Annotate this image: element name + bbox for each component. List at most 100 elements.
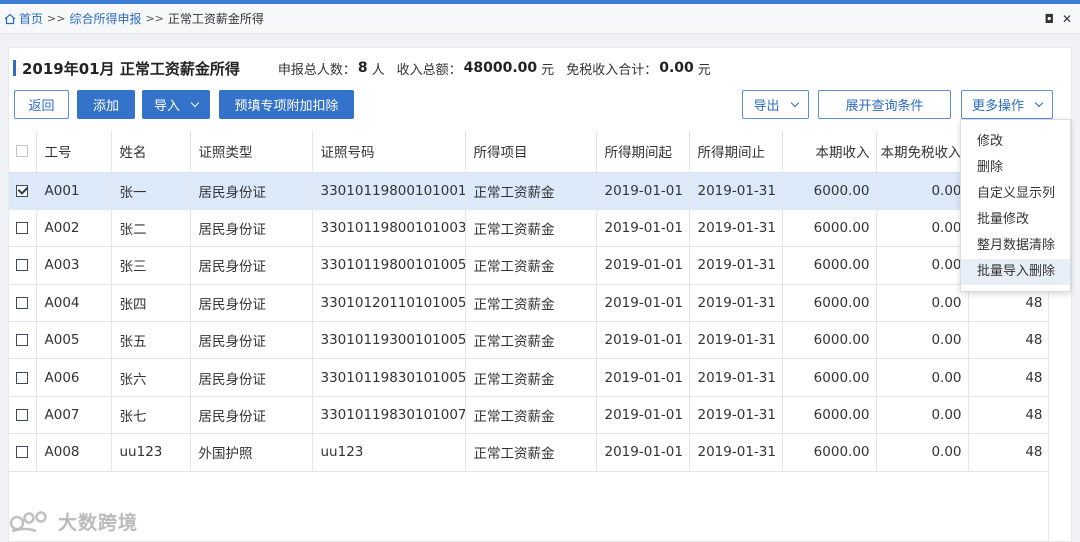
menu-item[interactable]: 修改 <box>961 129 1070 155</box>
id-number-cell: uu123 <box>312 433 466 472</box>
column-header[interactable]: 所得期间起 <box>596 130 690 173</box>
table-row[interactable]: A004 张四 居民身份证 330101201101010056 正常工资薪金 2019-… <box>9 284 1048 323</box>
add-button[interactable]: 添加 <box>77 90 135 119</box>
name-cell: 张七 <box>111 396 191 435</box>
id-type-cell: 居民身份证 <box>190 246 313 285</box>
row-select-cell <box>9 433 37 472</box>
table-row[interactable]: A008 uu123 外国护照 uu123 正常工资薪金 2019-01-01 2019-0… <box>9 433 1048 472</box>
id-number-cell: 330101198001010011 <box>312 172 466 210</box>
period-start-cell: 2019-01-01 <box>596 396 690 435</box>
period-start-cell: 2019-01-01 <box>596 433 690 472</box>
menu-item[interactable]: 批量修改 <box>961 207 1070 233</box>
column-header[interactable]: 所得期间止 <box>689 130 783 173</box>
name-cell: 张三 <box>111 246 191 285</box>
row-checkbox[interactable] <box>16 409 29 422</box>
column-header[interactable]: 所得项目 <box>465 130 597 173</box>
home-icon[interactable] <box>4 13 16 25</box>
row-checkbox[interactable] <box>16 371 29 384</box>
name-cell: 张六 <box>111 358 191 397</box>
row-select-cell <box>9 209 37 248</box>
id-number-cell: 330101193001010051 <box>312 321 466 360</box>
id-number-cell: 330101198001010054 <box>312 246 466 285</box>
row-checkbox[interactable] <box>16 184 29 197</box>
extra-cell: 48 <box>968 396 1048 435</box>
expand-query-button[interactable]: 展开查询条件 <box>818 90 951 119</box>
tax-free-value: 0.00 <box>659 60 694 76</box>
prefill-deduction-button[interactable]: 预填专项附加扣除 <box>219 90 354 119</box>
back-button[interactable]: 返回 <box>14 90 69 119</box>
table-row[interactable]: A001 张一 居民身份证 330101198001010011 正常工资薪金 2019-… <box>9 172 1048 210</box>
table-row[interactable]: A002 张二 居民身份证 330101198001010038 正常工资薪金 2019-… <box>9 209 1048 248</box>
import-dropdown-button[interactable]: 导入 <box>142 90 210 119</box>
id-number-cell: 330101198001010038 <box>312 209 466 248</box>
period-start-cell: 2019-01-01 <box>596 358 690 397</box>
extra-cell: 48 <box>968 321 1048 360</box>
extra-cell: 48 <box>968 433 1048 472</box>
column-header[interactable]: 姓名 <box>111 130 191 173</box>
period-end-cell: 2019-01-31 <box>689 284 783 323</box>
close-icon[interactable]: ✕ <box>1062 12 1072 26</box>
menu-item[interactable]: 批量导入删除 <box>961 259 1070 285</box>
row-checkbox[interactable] <box>16 446 29 459</box>
period-end-cell: 2019-01-31 <box>689 396 783 435</box>
menu-item[interactable]: 自定义显示列 <box>961 181 1070 207</box>
total-income-value: 48000.00 <box>463 60 538 76</box>
income-cell: 6000.00 <box>782 433 877 472</box>
tax-free-cell: 0.00 <box>876 284 969 323</box>
table-row[interactable]: A003 张三 居民身份证 330101198001010054 正常工资薪金 2019-… <box>9 246 1048 285</box>
name-cell: 张四 <box>111 284 191 323</box>
row-checkbox[interactable] <box>16 296 29 309</box>
breadcrumb: 首页 >> 综合所得申报 >> 正常工资薪金所得 ◘ ✕ <box>0 4 1080 34</box>
period-end-cell: 2019-01-31 <box>689 321 783 360</box>
breadcrumb-home-link[interactable]: 首页 <box>19 10 43 27</box>
row-checkbox[interactable] <box>16 259 29 272</box>
total-income-unit: 元 <box>541 62 555 78</box>
export-dropdown-button[interactable]: 导出 <box>742 90 809 119</box>
chevron-down-icon <box>190 98 200 107</box>
total-people-unit: 人 <box>371 62 385 78</box>
period-start-cell: 2019-01-01 <box>596 172 690 210</box>
period-end-cell: 2019-01-31 <box>689 433 783 472</box>
row-select-cell <box>9 172 37 210</box>
table-row[interactable]: A007 张七 居民身份证 330101198301010072 正常工资薪金 2019-… <box>9 396 1048 435</box>
name-cell: 张二 <box>111 209 191 248</box>
select-all-checkbox[interactable] <box>16 144 29 157</box>
employee-id-cell: A003 <box>36 246 112 285</box>
income-cell: 6000.00 <box>782 321 877 360</box>
employee-id-cell: A006 <box>36 358 112 397</box>
menu-item[interactable]: 整月数据清除 <box>961 233 1070 259</box>
column-header[interactable]: 本期免税收入 <box>876 130 969 173</box>
title-accent-bar <box>13 60 16 76</box>
income-item-cell: 正常工资薪金 <box>465 321 597 360</box>
period-start-cell: 2019-01-01 <box>596 284 690 323</box>
menu-item[interactable]: 删除 <box>961 155 1070 181</box>
extra-cell: 48 <box>968 358 1048 397</box>
income-cell: 6000.00 <box>782 209 877 248</box>
breadcrumb-separator: >> <box>145 12 164 25</box>
tax-free-label: 免税收入合计： <box>566 62 658 78</box>
row-select-cell <box>9 284 37 323</box>
chevron-down-icon <box>790 98 799 107</box>
income-cell: 6000.00 <box>782 246 877 285</box>
id-type-cell: 居民身份证 <box>190 284 313 323</box>
column-header[interactable]: 工号 <box>36 130 112 173</box>
column-header[interactable]: 证照类型 <box>190 130 313 173</box>
income-table: 工号 姓名 证照类型 证照号码 所得项目 所得期间起 所得期间止 本期收入 本期… <box>9 130 1048 472</box>
column-header[interactable]: 证照号码 <box>312 130 466 173</box>
more-actions-button[interactable]: 更多操作 <box>961 90 1053 119</box>
breadcrumb-separator: >> <box>47 12 66 25</box>
id-type-cell: 居民身份证 <box>190 321 313 360</box>
breadcrumb-filing-link[interactable]: 综合所得申报 <box>69 10 141 27</box>
table-row[interactable]: A006 张六 居民身份证 330101198301010056 正常工资薪金 2019-… <box>9 358 1048 397</box>
column-header[interactable]: 本期收入 <box>782 130 877 173</box>
id-type-cell: 居民身份证 <box>190 209 313 248</box>
row-checkbox[interactable] <box>16 334 29 347</box>
chevron-down-icon <box>1034 98 1044 107</box>
income-item-cell: 正常工资薪金 <box>465 246 597 285</box>
table-row[interactable]: A005 张五 居民身份证 330101193001010051 正常工资薪金 2019-… <box>9 321 1048 360</box>
row-checkbox[interactable] <box>16 222 29 235</box>
employee-id-cell: A002 <box>36 209 112 248</box>
tax-free-unit: 元 <box>697 62 711 78</box>
data-table-container[interactable]: 工号 姓名 证照类型 证照号码 所得项目 所得期间起 所得期间止 本期收入 本期… <box>9 130 1049 542</box>
restore-icon[interactable]: ◘ <box>1044 12 1054 26</box>
